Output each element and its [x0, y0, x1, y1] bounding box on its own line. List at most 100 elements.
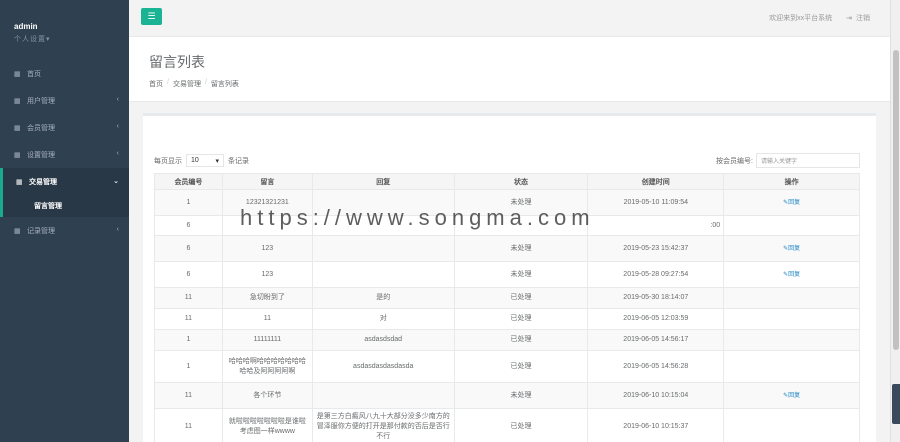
chevron-left-icon: ‹	[116, 150, 119, 157]
cell-message: 11	[221, 308, 313, 330]
cell-actions: ✎回复	[723, 382, 860, 409]
cell-actions	[723, 408, 860, 442]
cell-created-time: 2019-06-10 10:15:04	[587, 382, 725, 409]
page-size-suffix: 条记录	[228, 157, 249, 165]
cell-member-id: 11	[154, 382, 223, 409]
grid-icon: ▦	[14, 70, 21, 78]
sidebar-item-records[interactable]: ▦ 记录管理 ‹	[0, 217, 129, 244]
chevron-left-icon: ‹	[116, 123, 119, 130]
cell-member-id: 1	[154, 329, 223, 351]
header-message[interactable]: 留言	[221, 173, 313, 190]
cell-created-time: 2019-05-10 11:09:54	[587, 189, 725, 216]
cell-message: 123	[221, 261, 313, 288]
cell-message: 123	[221, 235, 313, 262]
side-tab-handle[interactable]	[892, 384, 900, 424]
sidebar-item-home[interactable]: ▦ 首页	[0, 60, 129, 87]
grid-icon: ▦	[14, 151, 21, 159]
cell-status: 已处理	[453, 408, 589, 442]
cell-reply: asdasdasdasdasda	[311, 350, 455, 383]
sidebar-item-members[interactable]: ▦ 会员管理 ‹	[0, 114, 129, 141]
cell-reply	[311, 382, 455, 409]
cell-member-id: 1	[154, 189, 223, 216]
cell-created-time: 2019-06-05 14:56:17	[587, 329, 725, 351]
cell-status: 已处理	[453, 287, 589, 309]
sidebar-item-users[interactable]: ▦ 用户管理 ‹	[0, 87, 129, 114]
subnav: 留言管理	[0, 195, 129, 217]
header-reply[interactable]: 回复	[311, 173, 455, 190]
cell-reply: asdasdsdad	[311, 329, 455, 351]
reply-button[interactable]: ✎回复	[783, 272, 800, 278]
welcome-text: 欢迎来到xx平台系统	[769, 15, 833, 22]
header-created-time[interactable]: 创建时间	[587, 173, 725, 190]
chevron-left-icon: ‹	[116, 96, 119, 103]
sidebar-item-label: 交易管理	[29, 178, 57, 186]
cell-reply	[311, 215, 455, 236]
menu-toggle-button[interactable]: ☰	[141, 8, 162, 25]
cell-created-time: :00	[587, 215, 725, 236]
cell-created-time: 2019-06-05 12:03:59	[587, 308, 725, 330]
breadcrumb-home[interactable]: 首页	[149, 79, 163, 89]
username: admin	[14, 22, 38, 31]
cell-actions: ✎回复	[723, 235, 860, 262]
sidebar-item-settings[interactable]: ▦ 设置管理 ‹	[0, 141, 129, 168]
search-input[interactable]: 请输入关键字	[756, 153, 860, 168]
cell-message: 急切盼到了	[221, 287, 313, 309]
cell-created-time: 2019-06-05 14:56:28	[587, 350, 725, 383]
breadcrumb-trade[interactable]: 交易管理	[173, 79, 201, 89]
reply-button[interactable]: ✎回复	[783, 393, 800, 399]
personal-settings-link[interactable]: 个人设置▾	[14, 34, 129, 44]
cell-status	[453, 215, 589, 236]
page-size-select[interactable]: 10 ▾	[186, 154, 224, 167]
cell-status: 未处理	[453, 382, 589, 409]
sign-out-icon: ⇥	[846, 15, 852, 22]
grid-icon: ▦	[14, 124, 21, 132]
sidebar: admin 个人设置▾ ▦ 首页 ▦ 用户管理 ‹ ▦ 会员管理 ‹ ▦ 设置管…	[0, 0, 129, 442]
header-member-id[interactable]: 会员编号	[154, 173, 223, 190]
cell-member-id: 6	[154, 215, 223, 236]
cell-actions	[723, 287, 860, 309]
sidebar-item-trade[interactable]: ▦ 交易管理 ⌄	[0, 168, 129, 195]
cell-reply	[311, 261, 455, 288]
page-size-control: 每页显示 10 ▾ 条记录	[154, 154, 249, 167]
reply-button[interactable]: ✎回复	[783, 200, 800, 206]
page-scrollbar[interactable]	[890, 0, 900, 442]
table-row: 1 12321321231 未处理 2019-05-10 11:09:54 ✎回…	[154, 189, 860, 216]
sidebar-item-label: 首页	[27, 70, 41, 78]
hamburger-icon: ☰	[147, 11, 156, 21]
table-row: 1 11111111 asdasdsdad 已处理 2019-06-05 14:…	[154, 329, 860, 351]
cell-status: 未处理	[453, 261, 589, 288]
cell-status: 未处理	[453, 189, 589, 216]
sidebar-subitem-messages[interactable]: 留言管理	[3, 195, 129, 217]
header-actions: 操作	[723, 173, 860, 190]
sidebar-item-label: 设置管理	[27, 151, 55, 159]
table-row: 11 各个环节 未处理 2019-06-10 10:15:04 ✎回复	[154, 382, 860, 409]
breadcrumb-separator: /	[204, 79, 207, 86]
cell-message: 就啦啦啦啦啦啦啦是谁啦考虑图一样wwww	[221, 408, 313, 442]
cell-status: 已处理	[453, 308, 589, 330]
table-row: 11 急切盼到了 是的 已处理 2019-05-30 18:14:07	[154, 287, 860, 309]
logout-label: 注销	[856, 15, 870, 22]
cell-message: 12321321231	[221, 189, 313, 216]
cell-member-id: 6	[154, 235, 223, 262]
grid-icon: ▦	[14, 227, 21, 235]
topbar-right: 欢迎来到xx平台系统 ⇥ 注销	[769, 13, 870, 23]
scrollbar-thumb[interactable]	[893, 50, 899, 350]
cell-member-id: 11	[154, 408, 223, 442]
table-row: 6 123 未处理 2019-05-28 09:27:54 ✎回复	[154, 261, 860, 288]
table-row: 6 123 未处理 2019-05-23 15:42:37 ✎回复	[154, 235, 860, 262]
cell-status: 已处理	[453, 329, 589, 351]
header-status[interactable]: 状态	[453, 173, 589, 190]
cell-created-time: 2019-06-10 10:15:37	[587, 408, 725, 442]
breadcrumb: 首页 / 交易管理 / 留言列表	[149, 79, 890, 89]
cell-actions: ✎回复	[723, 189, 860, 216]
sidebar-item-label: 会员管理	[27, 124, 55, 132]
page-heading: 留言列表 首页 / 交易管理 / 留言列表	[129, 37, 890, 102]
cell-reply: 对	[311, 308, 455, 330]
cell-reply	[311, 235, 455, 262]
reply-button[interactable]: ✎回复	[783, 246, 800, 252]
cell-created-time: 2019-05-30 18:14:07	[587, 287, 725, 309]
logout-link[interactable]: ⇥ 注销	[846, 13, 870, 23]
table-row: 6 :00	[154, 215, 860, 236]
cell-actions	[723, 308, 860, 330]
cell-member-id: 6	[154, 261, 223, 288]
